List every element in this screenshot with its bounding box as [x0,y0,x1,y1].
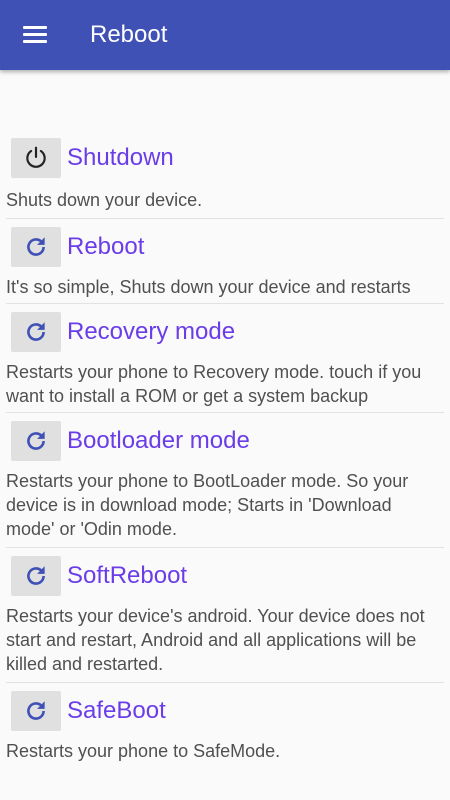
action-list: Shutdown Shuts down your device. Reboot … [0,138,450,763]
list-item-recovery: Recovery mode Restarts your phone to Rec… [0,312,450,413]
app-bar: Reboot [0,0,450,70]
item-description: Restarts your phone to SafeMode. [6,741,281,761]
list-item-shutdown: Shutdown Shuts down your device. [0,138,450,219]
divider [6,547,444,548]
item-description: Restarts your device's android. Your dev… [6,606,425,674]
item-description: Restarts your phone to BootLoader mode. … [6,471,409,539]
divider [6,218,444,219]
divider [6,412,444,413]
list-item-bootloader: Bootloader mode Restarts your phone to B… [0,421,450,548]
divider [6,303,444,304]
item-label[interactable]: Recovery mode [67,318,235,346]
item-label[interactable]: SafeBoot [67,697,166,725]
refresh-icon [27,566,45,585]
item-label[interactable]: SoftReboot [67,562,187,590]
divider [6,682,444,683]
page-title: Reboot [90,21,168,48]
bootloader-button[interactable] [11,421,61,461]
refresh-icon [27,237,45,256]
power-icon [26,146,46,168]
recovery-button[interactable] [11,312,61,352]
item-label[interactable]: Reboot [67,233,144,261]
hamburger-icon [23,26,47,44]
list-item-safeboot: SafeBoot Restarts your phone to SafeMode… [0,691,450,763]
list-item-reboot: Reboot It's so simple, Shuts down your d… [0,227,450,304]
item-description: It's so simple, Shuts down your device a… [6,277,411,297]
refresh-icon [27,701,45,720]
safeboot-button[interactable] [11,691,61,731]
item-description: Shuts down your device. [6,190,203,210]
item-description: Restarts your phone to Recovery mode. to… [6,362,422,406]
menu-button[interactable] [0,0,70,70]
reboot-button[interactable] [11,227,61,267]
list-item-softreboot: SoftReboot Restarts your device's androi… [0,556,450,683]
refresh-icon [27,431,45,450]
softreboot-button[interactable] [11,556,61,596]
item-label[interactable]: Bootloader mode [67,427,250,455]
refresh-icon [27,322,45,341]
item-label[interactable]: Shutdown [67,144,174,172]
shutdown-button[interactable] [11,138,61,178]
